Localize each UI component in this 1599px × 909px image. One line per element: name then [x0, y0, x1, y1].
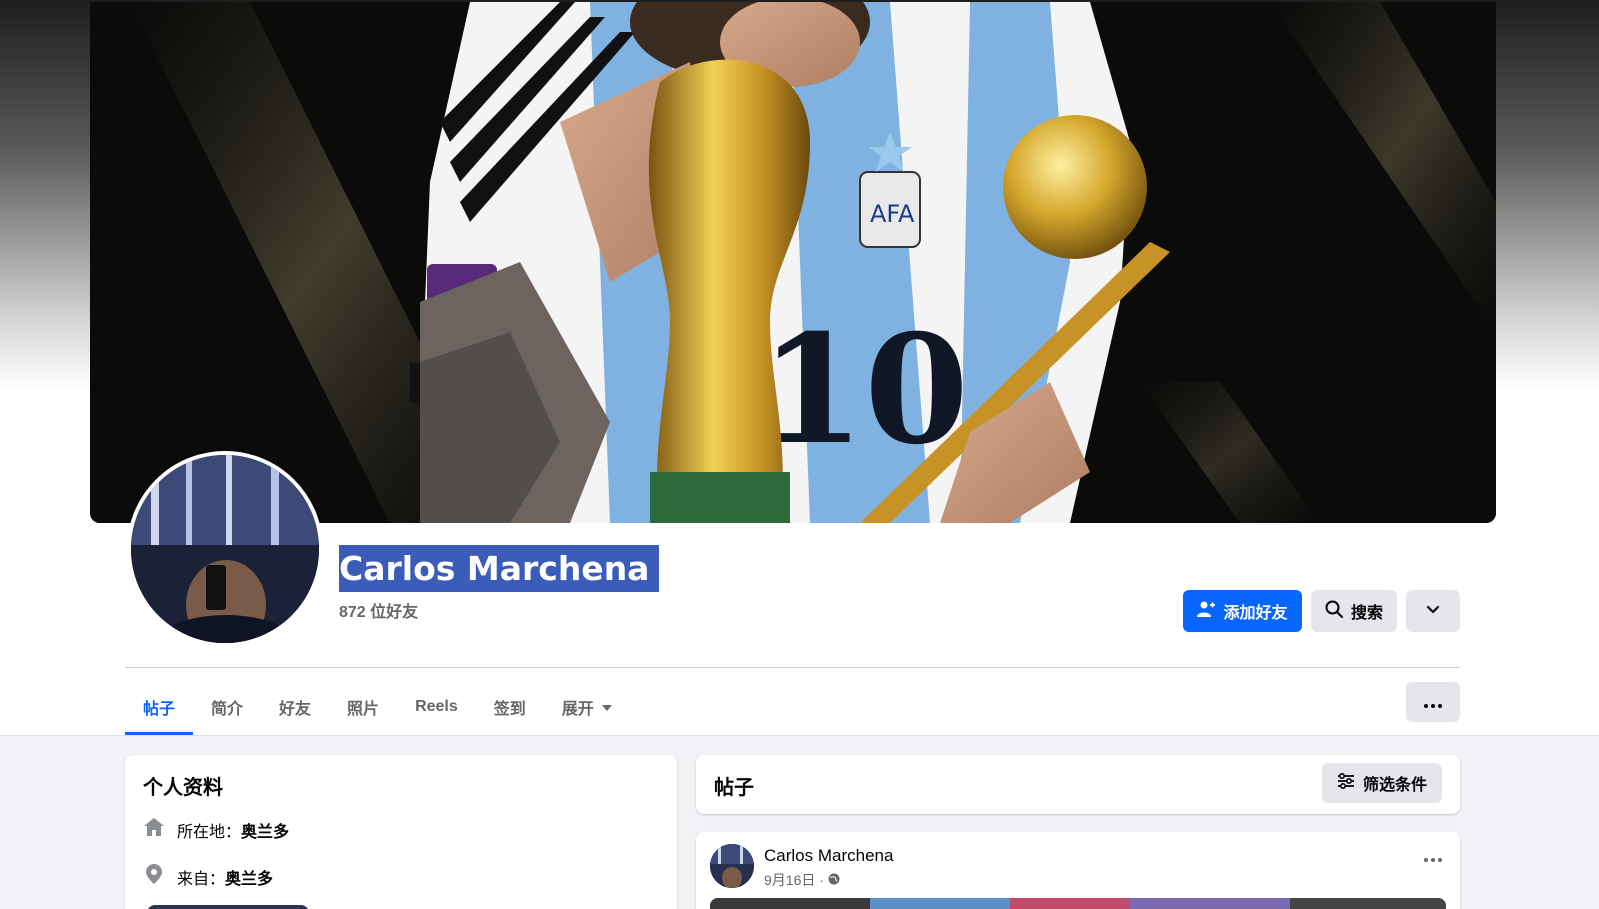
add-friend-label: 添加好友	[1223, 605, 1288, 622]
tab-reels[interactable]: Reels	[397, 678, 476, 735]
intro-from-value[interactable]: 奥兰多	[225, 871, 273, 888]
more-dots-icon	[1424, 846, 1442, 866]
post-media[interactable]	[710, 898, 1446, 909]
cover-photo[interactable]: 10 AFA	[90, 2, 1496, 523]
more-dots-icon	[1424, 692, 1442, 713]
post-author-avatar[interactable]	[710, 844, 754, 888]
add-friend-button[interactable]: 添加好友	[1183, 590, 1302, 632]
search-label: 搜索	[1350, 605, 1383, 622]
intro-lives-value[interactable]: 奥兰多	[241, 824, 289, 841]
tab-checkins[interactable]: 签到	[476, 678, 544, 735]
location-pin-icon	[143, 863, 165, 890]
profile-name[interactable]: Carlos Marchena	[339, 545, 649, 592]
tab-overflow-button[interactable]	[1406, 682, 1460, 722]
profile-options-dropdown[interactable]	[1406, 590, 1460, 632]
post-options-button[interactable]	[1424, 846, 1442, 867]
tab-more[interactable]: 展开	[544, 678, 630, 735]
globe-icon	[828, 872, 840, 888]
posts-title: 帖子	[714, 777, 754, 799]
chevron-down-icon	[1426, 602, 1440, 620]
intro-from-text: 来自：奥兰多	[177, 865, 273, 889]
search-button[interactable]: 搜索	[1311, 590, 1397, 632]
intro-from-label: 来自：	[177, 870, 226, 888]
search-icon	[1325, 600, 1344, 623]
post-card: Carlos Marchena 9月16日 ·	[696, 832, 1460, 909]
filter-button[interactable]: 筛选条件	[1322, 763, 1442, 803]
profile-name-highlight: Carlos Marchena	[339, 545, 660, 592]
tab-posts[interactable]: 帖子	[125, 678, 194, 735]
intro-from-row: 来自：奥兰多	[143, 863, 273, 890]
tab-about[interactable]: 简介	[193, 678, 261, 735]
intro-lives-text: 所在地：奥兰多	[177, 818, 289, 842]
header-divider	[125, 667, 1460, 668]
tab-more-label: 展开	[561, 700, 594, 718]
tab-photos[interactable]: 照片	[329, 678, 397, 735]
tab-friends[interactable]: 好友	[261, 678, 329, 735]
intro-photo-preview[interactable]	[147, 905, 309, 909]
profile-tabs: 帖子 简介 好友 照片 Reels 签到 展开	[125, 678, 630, 735]
caret-down-icon	[601, 698, 612, 716]
post-date[interactable]: 9月16日 ·	[764, 870, 824, 890]
filter-label: 筛选条件	[1362, 777, 1427, 794]
add-person-icon	[1197, 601, 1216, 622]
home-icon	[143, 817, 165, 842]
posts-header-card: 帖子 筛选条件	[696, 755, 1460, 814]
post-meta: 9月16日 ·	[764, 870, 840, 890]
svg-text:AFA: AFA	[870, 200, 915, 228]
post-author-name[interactable]: Carlos Marchena	[764, 846, 893, 866]
friend-count[interactable]: 872 位好友	[339, 598, 418, 622]
intro-lives-label: 所在地：	[177, 823, 242, 841]
intro-card: 个人资料 所在地：奥兰多 来自：奥兰多	[125, 755, 677, 909]
intro-lives-row: 所在地：奥兰多	[143, 817, 289, 842]
intro-title: 个人资料	[143, 777, 223, 799]
profile-avatar[interactable]	[127, 451, 323, 647]
filter-sliders-icon	[1337, 772, 1355, 794]
